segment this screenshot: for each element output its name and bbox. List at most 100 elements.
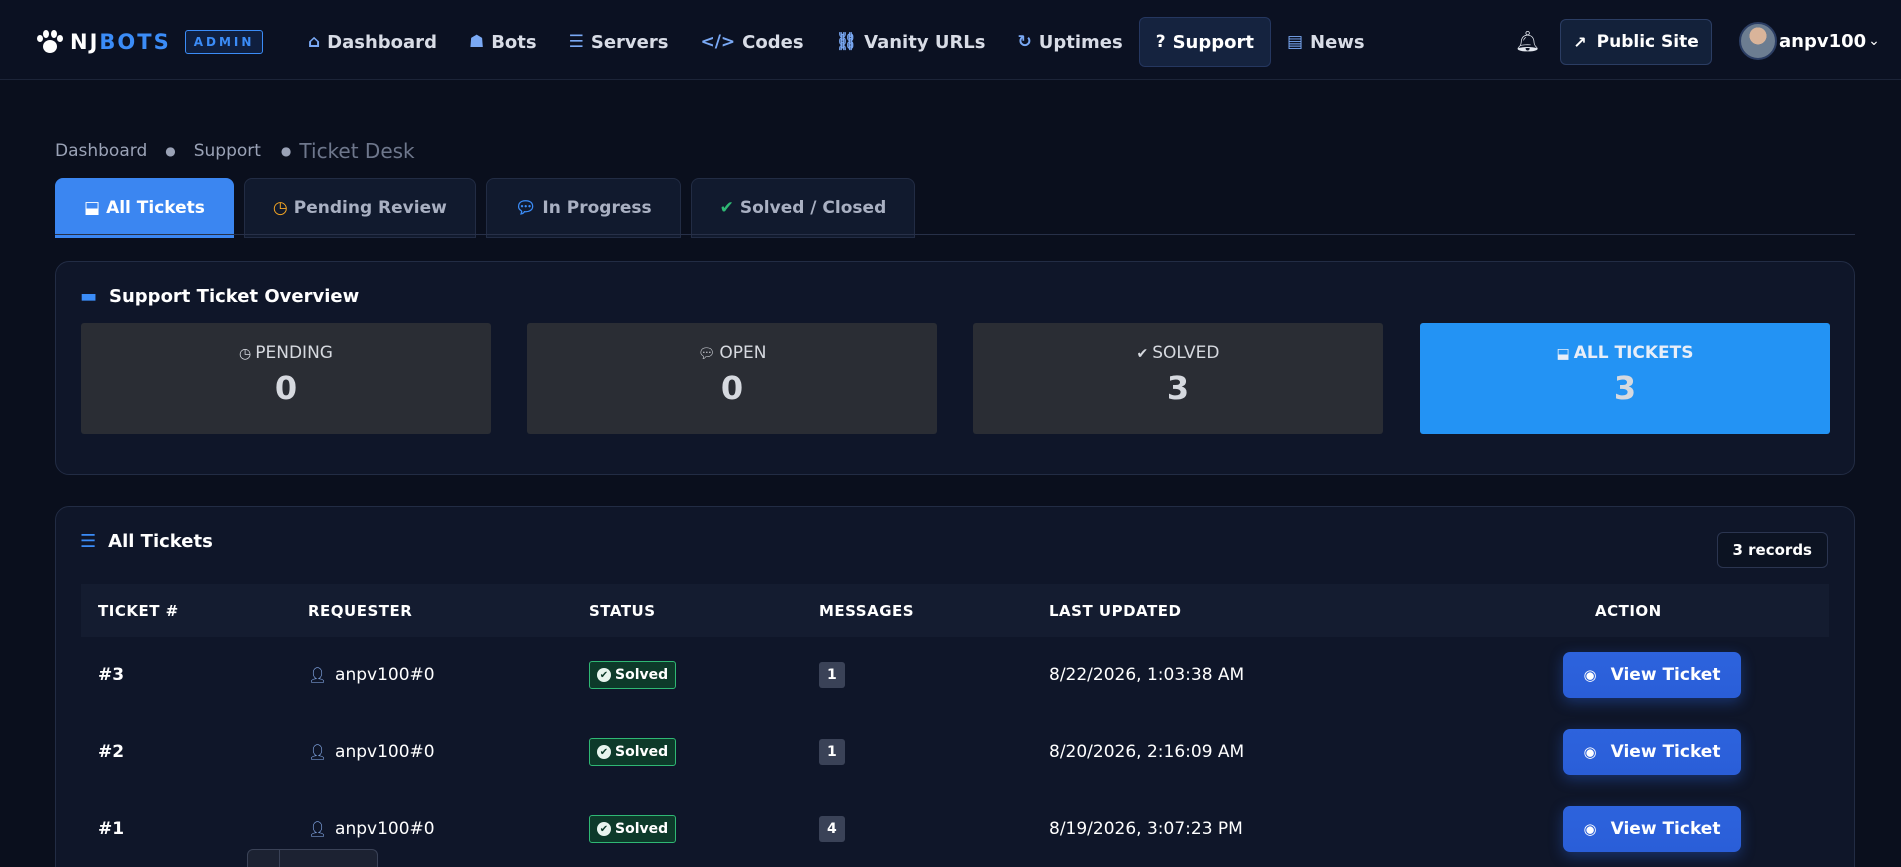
view-ticket-button[interactable]: ◉ View Ticket xyxy=(1563,806,1741,852)
requester: 👤︎ anpv100#0 xyxy=(308,665,435,685)
breadcrumb-current: Ticket Desk xyxy=(299,139,415,163)
paw-icon xyxy=(34,26,66,58)
inbox-icon: ⬓ xyxy=(84,198,101,218)
floating-widget[interactable] xyxy=(247,849,378,867)
column-header: REQUESTER xyxy=(308,601,413,620)
overview-title: ▬ Support Ticket Overview xyxy=(80,286,360,307)
tabs-divider xyxy=(55,234,1855,235)
clock-icon: ◷ xyxy=(239,346,252,362)
message-count: 4 xyxy=(819,816,845,842)
newspaper-icon: ▤ xyxy=(1286,32,1304,52)
last-updated: 8/19/2026, 3:07:23 PM xyxy=(1049,819,1243,839)
records-badge: 3 records xyxy=(1716,532,1828,568)
home-icon: ⌂ xyxy=(308,32,321,52)
admin-badge: ADMIN xyxy=(184,30,264,54)
username: anpv100 xyxy=(1779,30,1867,52)
overview-card: ▬ Support Ticket Overview ◷ PENDING 0 💬︎ OP… xyxy=(55,261,1855,475)
stat-value: 0 xyxy=(274,369,298,407)
check-circle-icon: ✔ xyxy=(597,745,611,759)
ticket-tabs: ⬓ All Tickets ◷ Pending Review 💬︎ In Progre… xyxy=(55,178,925,238)
link-icon: ⛓ xyxy=(835,32,858,52)
main-nav: ⌂ Dashboard ☗ Bots ☰ Servers </> Codes ⛓ Vani… xyxy=(292,17,1381,67)
check-circle-icon: ✔ xyxy=(597,822,611,836)
table-row: #3 👤︎ anpv100#0 ✔ Solved 1 8/22/2026, 1:03… xyxy=(81,637,1829,713)
eye-icon: ◉ xyxy=(1583,743,1597,761)
status-badge: ✔ Solved xyxy=(589,738,677,766)
stat-open: 💬︎ OPEN 0 xyxy=(527,323,937,434)
question-circle-icon: ? xyxy=(1155,32,1166,52)
ticket-number: #2 xyxy=(98,742,125,762)
nav-dashboard[interactable]: ⌂ Dashboard xyxy=(292,17,453,67)
stat-value: 0 xyxy=(720,369,744,407)
ticket-number: #1 xyxy=(98,819,125,839)
inbox-icon: ⬓ xyxy=(1556,346,1570,362)
top-navbar: NJBOTS ADMIN ⌂ Dashboard ☗ Bots ☰ Servers <… xyxy=(0,0,1901,80)
eye-icon: ◉ xyxy=(1583,666,1597,684)
stat-all-tickets: ⬓ ALL TICKETS 3 xyxy=(1420,323,1830,434)
view-ticket-button[interactable]: ◉ View Ticket xyxy=(1563,652,1741,698)
robot-icon: ☗ xyxy=(468,32,485,52)
table-header: TICKET # REQUESTER STATUS MESSAGES LAST … xyxy=(81,584,1829,637)
nav-vanity-urls[interactable]: ⛓ Vanity URLs xyxy=(820,17,1002,67)
user-icon: 👤︎ xyxy=(308,666,328,684)
avatar xyxy=(1739,22,1777,60)
message-count: 1 xyxy=(819,739,845,765)
public-site-button[interactable]: ↗ Public Site xyxy=(1560,19,1712,65)
breadcrumb-separator: ● xyxy=(280,144,292,158)
brand-name: NJBOTS xyxy=(70,30,171,54)
status-badge: ✔ Solved xyxy=(589,661,677,689)
column-header: TICKET # xyxy=(98,601,179,620)
clock-icon: ◷ xyxy=(272,198,288,218)
stat-value: 3 xyxy=(1166,369,1190,407)
user-menu[interactable]: anpv100 ⌄ xyxy=(1739,22,1880,60)
brand-logo[interactable]: NJBOTS ADMIN xyxy=(34,26,264,58)
stat-pending: ◷ PENDING 0 xyxy=(81,323,491,434)
tab-solved-closed[interactable]: ✔ Solved / Closed xyxy=(690,178,916,238)
requester: 👤︎ anpv100#0 xyxy=(308,819,435,839)
last-updated: 8/22/2026, 1:03:38 AM xyxy=(1049,665,1245,685)
list-icon: ☰ xyxy=(80,531,97,552)
chevron-down-icon: ⌄ xyxy=(1868,33,1880,49)
comments-icon: 💬︎ xyxy=(697,346,716,362)
tickets-card: ☰ All Tickets 3 records TICKET # REQUESTE… xyxy=(55,506,1855,867)
column-header: LAST UPDATED xyxy=(1049,601,1182,620)
requester: 👤︎ anpv100#0 xyxy=(308,742,435,762)
nav-bots[interactable]: ☗ Bots xyxy=(453,17,553,67)
nav-uptimes[interactable]: ↻ Uptimes xyxy=(1001,17,1138,67)
eye-icon: ◉ xyxy=(1583,820,1597,838)
nav-support[interactable]: ? Support xyxy=(1138,17,1271,67)
stat-value: 3 xyxy=(1613,369,1637,407)
breadcrumb-support[interactable]: Support xyxy=(194,141,261,161)
column-header: MESSAGES xyxy=(819,601,915,620)
message-count: 1 xyxy=(819,662,845,688)
breadcrumb-dashboard[interactable]: Dashboard xyxy=(55,141,147,161)
tickets-title: ☰ All Tickets xyxy=(80,531,213,552)
code-icon: </> xyxy=(700,32,736,52)
server-icon: ☰ xyxy=(568,32,584,52)
breadcrumb: Dashboard ● Support ● Ticket Desk xyxy=(55,139,415,163)
external-link-icon: ↗ xyxy=(1573,32,1587,52)
table-row: #2 👤︎ anpv100#0 ✔ Solved 1 8/20/2026, 2:16… xyxy=(81,714,1829,790)
tab-pending-review[interactable]: ◷ Pending Review xyxy=(243,178,476,238)
check-circle-icon: ✔ xyxy=(1136,346,1149,362)
stat-solved: ✔ SOLVED 3 xyxy=(973,323,1383,434)
column-header: STATUS xyxy=(589,601,656,620)
sync-icon: ↻ xyxy=(1017,32,1032,52)
last-updated: 8/20/2026, 2:16:09 AM xyxy=(1049,742,1245,762)
nav-news[interactable]: ▤ News xyxy=(1271,17,1381,67)
nav-codes[interactable]: </> Codes xyxy=(684,17,819,67)
check-circle-icon: ✔ xyxy=(719,198,734,218)
bell-icon[interactable]: 🔔︎ xyxy=(1515,29,1540,53)
status-badge: ✔ Solved xyxy=(589,815,677,843)
ticket-icon: ▬ xyxy=(80,286,98,307)
ticket-number: #3 xyxy=(98,665,125,685)
comments-icon: 💬︎ xyxy=(514,198,537,218)
tab-in-progress[interactable]: 💬︎ In Progress xyxy=(485,178,681,238)
column-header: ACTION xyxy=(1595,601,1662,620)
user-icon: 👤︎ xyxy=(308,743,328,761)
check-circle-icon: ✔ xyxy=(597,668,611,682)
tab-all-tickets[interactable]: ⬓ All Tickets xyxy=(55,178,234,238)
nav-servers[interactable]: ☰ Servers xyxy=(553,17,685,67)
breadcrumb-separator: ● xyxy=(165,144,176,158)
view-ticket-button[interactable]: ◉ View Ticket xyxy=(1563,729,1741,775)
